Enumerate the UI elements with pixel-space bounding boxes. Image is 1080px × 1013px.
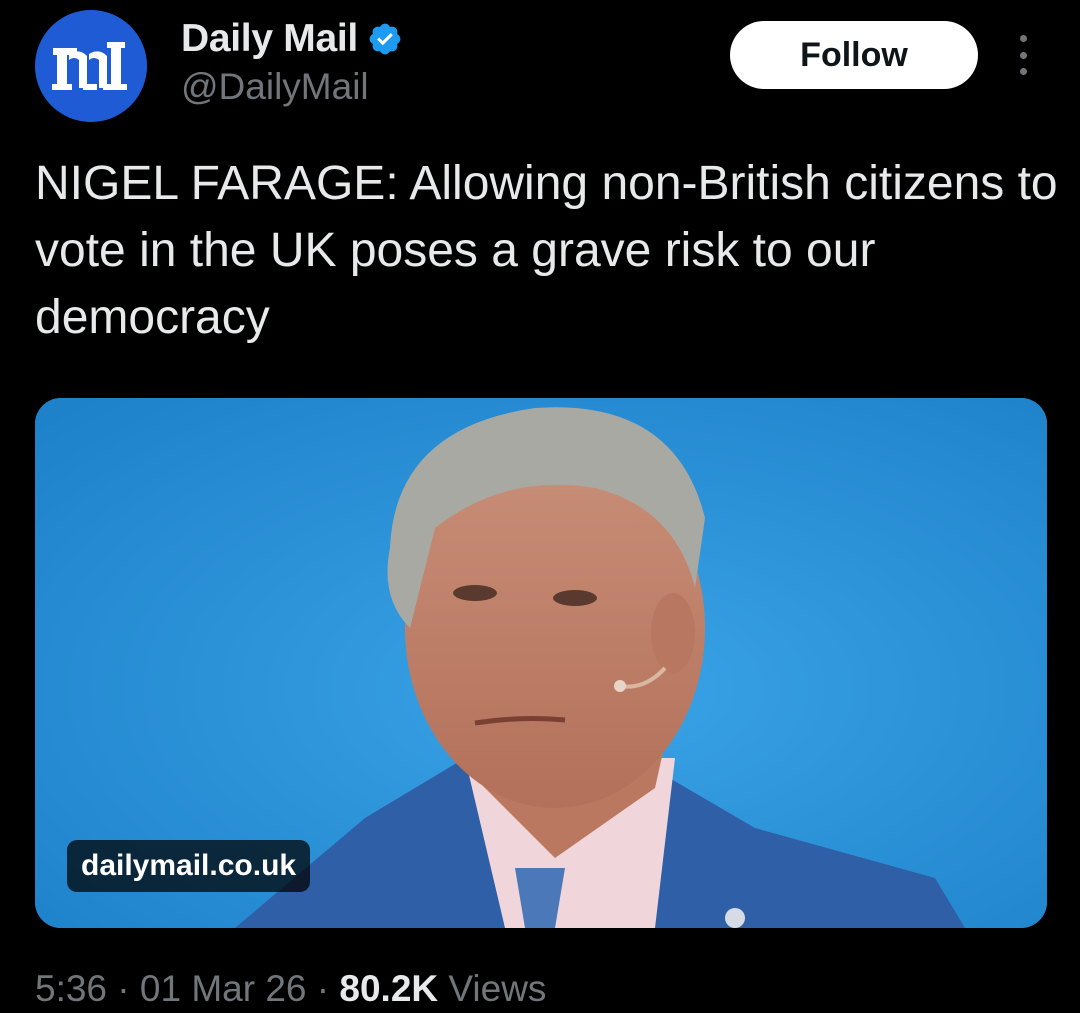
meta-separator: · <box>306 968 340 1009</box>
display-name[interactable]: Daily Mail <box>181 17 358 61</box>
follow-button[interactable]: Follow <box>730 21 978 89</box>
link-domain-badge[interactable]: dailymail.co.uk <box>67 840 311 892</box>
meta-separator: · <box>107 968 140 1009</box>
views-count[interactable]: 80.2K <box>339 968 438 1009</box>
tweet-meta: 5:36 · 01 Mar 26 · 80.2K Views <box>35 968 546 1010</box>
verified-badge-icon <box>369 23 401 55</box>
tweet-time[interactable]: 5:36 <box>35 968 107 1009</box>
vertical-ellipsis-icon[interactable] <box>1006 35 1040 75</box>
daily-mail-logo-icon <box>35 10 147 122</box>
display-name-row[interactable]: Daily Mail <box>181 14 403 64</box>
tweet-text: NIGEL FARAGE: Allowing non-British citiz… <box>35 157 1058 344</box>
avatar[interactable] <box>35 10 147 122</box>
media-card[interactable]: dailymail.co.uk <box>35 398 1047 928</box>
views-label: Views <box>438 968 547 1009</box>
account-handle[interactable]: @DailyMail <box>181 66 369 108</box>
tweet-date[interactable]: 01 Mar 26 <box>140 968 307 1009</box>
